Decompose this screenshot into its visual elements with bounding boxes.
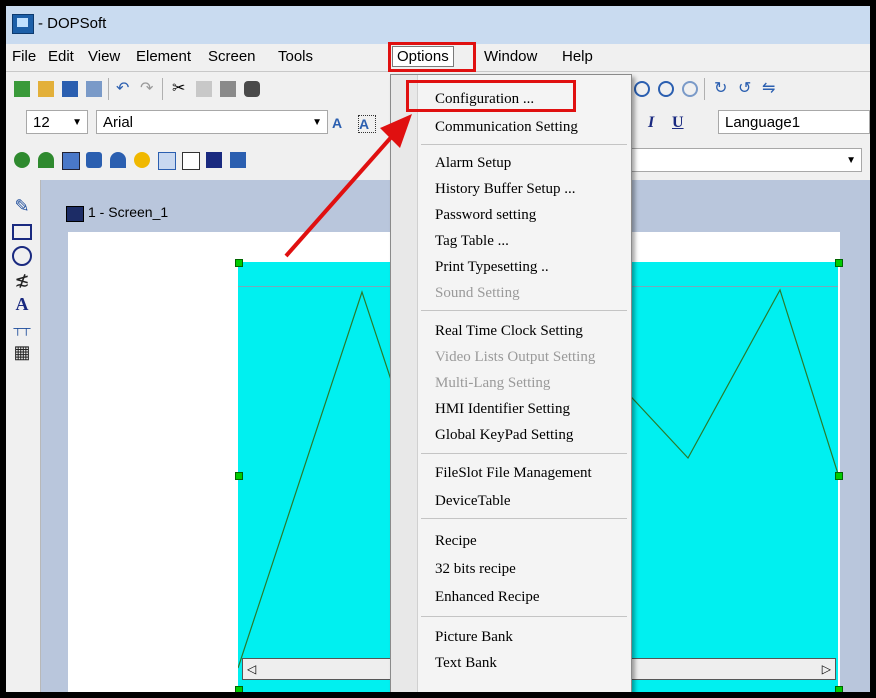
polyline-icon[interactable]: ≴ bbox=[12, 270, 32, 290]
menu-item-enhanced-recipe[interactable]: Enhanced Recipe bbox=[435, 589, 540, 606]
annotation-arrow-icon bbox=[284, 114, 412, 258]
element-select[interactable]: ▼ bbox=[606, 148, 862, 172]
rectangle-icon[interactable] bbox=[12, 222, 32, 242]
table-icon[interactable]: ▦ bbox=[12, 342, 32, 362]
menu-item-print-typesetting[interactable]: Print Typesetting .. bbox=[435, 259, 549, 276]
menu-item-fileslot-file-management[interactable]: FileSlot File Management bbox=[435, 465, 592, 482]
text-icon[interactable]: A bbox=[12, 294, 32, 314]
undo-icon[interactable]: ↶ bbox=[116, 81, 132, 97]
font-size-value: 12 bbox=[33, 114, 50, 131]
zoom-out-icon[interactable] bbox=[658, 81, 674, 97]
menu-item-sound-setting: Sound Setting bbox=[435, 285, 520, 301]
selection-handle[interactable] bbox=[235, 259, 243, 267]
menu-item-history-buffer-setup[interactable]: History Buffer Setup ... bbox=[435, 181, 576, 198]
flip-icon[interactable]: ⇋ bbox=[762, 81, 778, 97]
menu-item-hmi-identifier-setting[interactable]: HMI Identifier Setting bbox=[435, 401, 570, 418]
underline-icon[interactable]: U bbox=[672, 115, 688, 131]
on-button-icon[interactable] bbox=[14, 152, 30, 168]
dopsoft-window: - DOPSoft File Edit View Element Screen … bbox=[6, 6, 870, 692]
selection-handle[interactable] bbox=[235, 472, 243, 480]
scroll-left-icon[interactable]: ◁ bbox=[247, 659, 256, 679]
menu-item-32-bits-recipe[interactable]: 32 bits recipe bbox=[435, 561, 516, 578]
menu-window[interactable]: Window bbox=[484, 48, 537, 65]
rotate-ccw-icon[interactable]: ↺ bbox=[738, 81, 754, 97]
display-icon[interactable] bbox=[62, 152, 80, 170]
selection-handle[interactable] bbox=[835, 686, 843, 692]
font-name-value: Arial bbox=[103, 114, 134, 131]
screen-tab[interactable]: 1 - Screen_1 bbox=[88, 204, 168, 220]
window-title: - DOPSoft bbox=[38, 15, 107, 32]
menu-element[interactable]: Element bbox=[136, 48, 191, 65]
menu-item-communication-setting[interactable]: Communication Setting bbox=[435, 119, 578, 136]
menu-separator bbox=[421, 453, 627, 454]
selection-handle[interactable] bbox=[835, 259, 843, 267]
chevron-down-icon: ▼ bbox=[846, 155, 856, 166]
menu-item-picture-bank[interactable]: Picture Bank bbox=[435, 629, 513, 646]
note-icon[interactable] bbox=[206, 152, 222, 168]
menu-item-video-lists-output-setting: Video Lists Output Setting bbox=[435, 349, 596, 365]
numeric-input-icon[interactable] bbox=[158, 152, 176, 170]
menu-separator bbox=[421, 144, 627, 145]
trend-icon[interactable] bbox=[230, 152, 246, 168]
rotate-cw-icon[interactable]: ↻ bbox=[714, 81, 730, 97]
copy-icon[interactable] bbox=[196, 81, 212, 97]
character-icon[interactable] bbox=[182, 152, 200, 170]
menu-file[interactable]: File bbox=[12, 48, 36, 65]
zoom-in-icon[interactable] bbox=[634, 81, 650, 97]
redo-icon[interactable]: ↷ bbox=[140, 81, 156, 97]
menu-item-password-setting[interactable]: Password setting bbox=[435, 207, 536, 224]
configuration-highlight-box bbox=[406, 80, 576, 112]
menu-tools[interactable]: Tools bbox=[278, 48, 313, 65]
save-as-icon[interactable] bbox=[86, 81, 102, 97]
menu-item-alarm-setup[interactable]: Alarm Setup bbox=[435, 155, 511, 172]
menu-item-real-time-clock-setting[interactable]: Real Time Clock Setting bbox=[435, 323, 583, 340]
chevron-down-icon: ▼ bbox=[72, 117, 82, 128]
menu-view[interactable]: View bbox=[88, 48, 120, 65]
title-bar: - DOPSoft bbox=[6, 6, 870, 44]
menu-separator bbox=[421, 310, 627, 311]
find-icon[interactable] bbox=[244, 81, 260, 97]
pencil-icon[interactable]: ✎ bbox=[12, 196, 32, 216]
italic-icon[interactable]: I bbox=[648, 115, 664, 131]
selection-handle[interactable] bbox=[235, 686, 243, 692]
bar-icon[interactable] bbox=[86, 152, 102, 168]
menu-edit[interactable]: Edit bbox=[48, 48, 74, 65]
circle-icon[interactable] bbox=[12, 246, 32, 266]
scroll-right-icon[interactable]: ▷ bbox=[822, 659, 831, 679]
save-icon[interactable] bbox=[62, 81, 78, 97]
paste-icon[interactable] bbox=[220, 81, 236, 97]
menu-item-devicetable[interactable]: DeviceTable bbox=[435, 493, 511, 510]
font-size-select[interactable]: 12 ▼ bbox=[26, 110, 88, 134]
meter-icon[interactable] bbox=[110, 152, 126, 168]
zoom-fit-icon[interactable] bbox=[682, 81, 698, 97]
menu-item-text-bank[interactable]: Text Bank bbox=[435, 655, 497, 672]
app-icon bbox=[12, 14, 34, 34]
menu-item-tag-table[interactable]: Tag Table ... bbox=[435, 233, 509, 250]
language-select[interactable]: Language1 bbox=[718, 110, 870, 134]
new-icon[interactable] bbox=[14, 81, 30, 97]
menu-item-recipe[interactable]: Recipe bbox=[435, 533, 477, 550]
options-highlight-box bbox=[388, 42, 476, 72]
indicator-icon[interactable] bbox=[134, 152, 150, 168]
options-menu: Configuration ... Communication Setting … bbox=[390, 74, 632, 692]
cut-icon[interactable]: ✂ bbox=[172, 81, 188, 97]
menu-item-global-keypad-setting[interactable]: Global KeyPad Setting bbox=[435, 427, 573, 444]
menu-help[interactable]: Help bbox=[562, 48, 593, 65]
scale-icon[interactable]: ┬┬ bbox=[12, 318, 32, 338]
drawing-tools: ✎ ≴ A ┬┬ ▦ bbox=[6, 180, 41, 692]
menu-screen[interactable]: Screen bbox=[208, 48, 256, 65]
screen-icon bbox=[66, 206, 84, 222]
menu-separator bbox=[421, 518, 627, 519]
selection-handle[interactable] bbox=[835, 472, 843, 480]
menu-separator bbox=[421, 616, 627, 617]
open-icon[interactable] bbox=[38, 81, 54, 97]
language-value: Language1 bbox=[725, 114, 801, 131]
menu-item-multi-lang-setting: Multi-Lang Setting bbox=[435, 375, 551, 391]
lamp-icon[interactable] bbox=[38, 152, 54, 168]
